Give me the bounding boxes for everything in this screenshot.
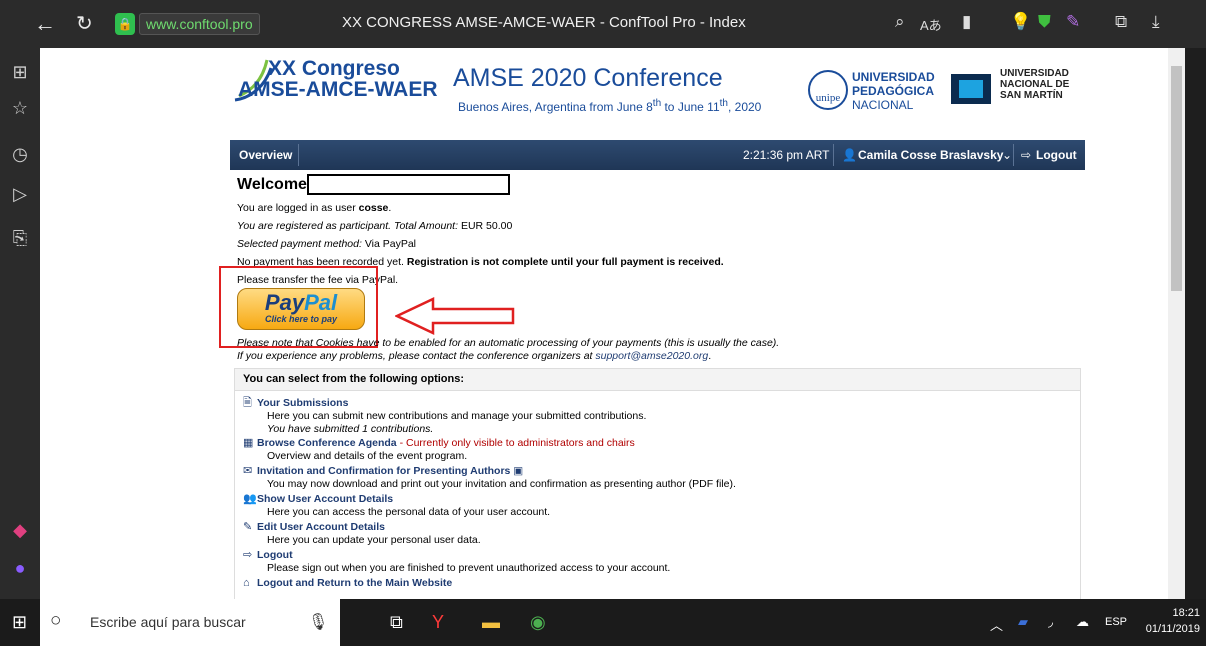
cortana-icon: ○ (50, 610, 62, 631)
translate-icon[interactable]: Aあ (920, 15, 942, 34)
option-logout: ⇨ Logout Please sign out when you are fin… (243, 549, 671, 574)
options-heading: You can select from the following option… (235, 369, 1080, 391)
app-icon[interactable]: ◆ (8, 518, 32, 542)
nav-logout[interactable]: Logout (1036, 148, 1077, 162)
link-your-submissions[interactable]: Your Submissions (257, 397, 348, 409)
unsam-logo (951, 74, 991, 104)
play-icon[interactable]: ▷ (8, 182, 32, 206)
cookies-note: Please note that Cookies have to be enab… (237, 337, 780, 349)
conftool-navbar: Overview 2:21:36 pm ART 👤 Camila Cosse B… (230, 140, 1085, 170)
cloud-icon[interactable]: ☁ (1076, 614, 1089, 630)
problems-note: If you experience any problems, please c… (237, 350, 712, 362)
link-show-account[interactable]: Show User Account Details (257, 493, 393, 505)
registration-info: You are registered as participant. Total… (237, 220, 513, 232)
conference-subtitle: Buenos Aires, Argentina from June 8th to… (458, 98, 762, 114)
welcome-heading: Welcome (237, 176, 307, 193)
page-title: XX CONGRESS AMSE-AMCE-WAER - ConfTool Pr… (342, 14, 746, 31)
calendar-icon: ▦ (243, 437, 254, 449)
network-icon[interactable]: ▰ (1018, 614, 1028, 630)
bookmark-icon[interactable]: ▮ (962, 12, 971, 32)
payment-method: Selected payment method: Via PayPal (237, 238, 417, 250)
highlight-box (219, 266, 378, 348)
page-header: XX Congreso AMSE-AMCE-WAER AMSE 2020 Con… (188, 48, 1100, 138)
conference-title: AMSE 2020 Conference (453, 64, 723, 92)
browser-sidebar: ⊞ ☆ ◷ ▷ ⎘ ◆ ● (0, 48, 40, 599)
task-view-icon[interactable]: ⧉ (390, 612, 403, 633)
link-browse-agenda[interactable]: Browse Conference Agenda (257, 437, 397, 449)
options-panel: You can select from the following option… (234, 368, 1081, 599)
envelope-icon: ✉ (243, 465, 253, 477)
file-explorer-icon[interactable]: ▬ (482, 612, 500, 633)
lock-icon: 🔒 (115, 13, 135, 35)
logout-icon: ⇨ (243, 549, 253, 561)
unsam-name: UNIVERSIDAD NACIONAL DE SAN MARTÍN (1000, 68, 1070, 101)
user-search-icon: 👥 (243, 493, 257, 505)
taskbar-search[interactable]: ○ Escribe aquí para buscar 🎙 (40, 599, 340, 646)
language-indicator[interactable]: ESP (1105, 616, 1127, 628)
reload-icon[interactable]: ↻ (76, 11, 93, 36)
home-icon: ⌂ (243, 577, 250, 589)
microphone-icon[interactable]: 🎙 (308, 612, 328, 632)
back-icon[interactable]: ← (34, 11, 56, 37)
scrollbar-thumb[interactable] (1171, 66, 1182, 291)
feather-icon[interactable]: ✎ (1066, 12, 1080, 32)
link-return-website[interactable]: Logout and Return to the Main Website (257, 577, 452, 589)
option-submissions: 🗎 Your Submissions Here you can submit ne… (243, 397, 647, 435)
server-time: 2:21:36 pm ART (743, 148, 830, 162)
page-viewport: XX Congreso AMSE-AMCE-WAER AMSE 2020 Con… (40, 48, 1185, 599)
alice-icon[interactable]: ● (8, 556, 32, 580)
pdf-icon[interactable]: ▣ (513, 465, 523, 477)
address-bar[interactable]: 🔒 www.conftool.pro (115, 12, 260, 36)
taskbar-clock[interactable]: 18:21 01/11/2019 (1140, 605, 1200, 637)
option-agenda: ▦ Browse Conference Agenda - Currently on… (243, 437, 635, 462)
nav-overview[interactable]: Overview (239, 148, 292, 162)
support-email-link[interactable]: support@amse2020.org (595, 350, 708, 362)
option-show-account: 👥Show User Account Details Here you can … (243, 493, 551, 518)
download-icon[interactable]: ⤓ (1152, 12, 1160, 32)
bulb-icon[interactable]: 💡 (1010, 12, 1031, 32)
link-edit-account[interactable]: Edit User Account Details (257, 521, 385, 533)
document-icon: 🗎 (243, 397, 252, 409)
clock-icon[interactable]: ◷ (8, 142, 32, 166)
grid-icon[interactable]: ⊞ (8, 60, 32, 84)
chevron-down-icon[interactable]: ⌄ (1002, 148, 1012, 162)
login-info: You are logged in as user cosse. (237, 202, 392, 214)
shield-icon[interactable]: ⛊ (1038, 12, 1051, 32)
option-edit-account: ✎ Edit User Account Details Here you can … (243, 521, 481, 546)
logout-icon: ⇨ (1021, 148, 1032, 162)
user-menu[interactable]: Camila Cosse Braslavsky (858, 148, 1003, 162)
user-icon: 👤 (842, 148, 857, 162)
link-logout[interactable]: Logout (257, 549, 293, 561)
unipe-name: UNIVERSIDAD PEDAGÓGICA NACIONAL (852, 70, 935, 112)
option-invitation: ✉ Invitation and Confirmation for Present… (243, 465, 736, 490)
congress-logo: XX Congreso AMSE-AMCE-WAER (238, 57, 438, 101)
conftool-page: XX Congreso AMSE-AMCE-WAER AMSE 2020 Con… (188, 48, 1100, 599)
user-edit-icon: ✎ (243, 521, 253, 533)
windows-start-icon[interactable]: ⊞ (12, 612, 27, 633)
windows-taskbar: ⊞ ○ Escribe aquí para buscar 🎙 ⧉ Y ▬ ◉ ︿… (0, 599, 1206, 646)
unipe-logo: unipe (808, 70, 848, 110)
url-text[interactable]: www.conftool.pro (139, 13, 260, 35)
browser-toolbar: ← ↻ 🔒 www.conftool.pro XX CONGRESS AMSE-… (0, 0, 1206, 48)
page-scrollbar[interactable] (1168, 48, 1185, 599)
search-icon[interactable]: ⌕ (895, 12, 905, 32)
search-placeholder: Escribe aquí para buscar (90, 614, 246, 630)
chevron-up-icon[interactable]: ︿ (990, 615, 1003, 634)
link-invitation[interactable]: Invitation and Confirmation for Presenti… (257, 465, 510, 477)
reader-icon[interactable]: ⧉ (1115, 12, 1127, 32)
right-gutter (1185, 48, 1206, 599)
yandex-icon[interactable]: Y (432, 612, 444, 633)
star-icon[interactable]: ☆ (8, 96, 32, 120)
chrome-icon[interactable]: ◉ (530, 612, 546, 633)
redaction-box (307, 174, 510, 195)
option-return-website: ⌂ Logout and Return to the Main Website (243, 577, 452, 590)
wifi-icon[interactable]: ◞ (1048, 614, 1053, 630)
page-search-icon[interactable]: ⎘ (8, 226, 32, 250)
arrow-left-icon (395, 297, 515, 335)
